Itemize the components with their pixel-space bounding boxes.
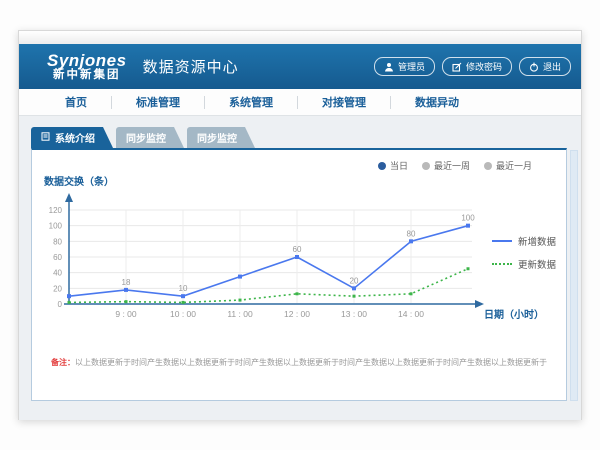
svg-text:60: 60 [293, 245, 302, 254]
nav-item-interface-management[interactable]: 对接管理 [298, 94, 390, 110]
document-icon [41, 132, 50, 144]
svg-text:13 : 00: 13 : 00 [341, 309, 367, 319]
brand-name: Synjones [47, 52, 127, 70]
period-option-last-month[interactable]: 最近一月 [484, 159, 532, 172]
svg-text:11 : 00: 11 : 00 [227, 309, 253, 319]
nav-item-standard-management[interactable]: 标准管理 [112, 94, 204, 110]
brand-logo: Synjones 新中新集团 [47, 52, 127, 82]
page-title: 数据资源中心 [143, 56, 239, 77]
radio-selected-icon [378, 162, 386, 170]
svg-text:80: 80 [407, 229, 416, 238]
period-radio-group: 当日 最近一周 最近一月 [378, 159, 532, 172]
tab-label: 同步监控 [197, 130, 237, 145]
footnote-label: 备注： [51, 358, 75, 367]
svg-text:12 : 00: 12 : 00 [284, 309, 310, 319]
svg-text:40: 40 [53, 269, 62, 278]
line-chart: 0 20 40 60 80 100 120 9 : 00 10 : 00 11 : 00 12 : … [34, 186, 504, 334]
svg-text:10 : 00: 10 : 00 [170, 309, 196, 319]
window-top-strip [19, 31, 581, 44]
x-axis-title: 日期（小时） [484, 306, 544, 321]
brand-company: 新中新集团 [53, 69, 121, 81]
svg-text:120: 120 [49, 206, 63, 215]
period-option-today[interactable]: 当日 [378, 159, 408, 172]
radio-unselected-icon [484, 162, 492, 170]
change-password-label: 修改密码 [466, 60, 502, 73]
logout-label: 退出 [543, 60, 561, 73]
nav-item-system-management[interactable]: 系统管理 [205, 94, 297, 110]
svg-text:20: 20 [350, 276, 359, 285]
nav-item-data-change[interactable]: 数据异动 [391, 94, 483, 110]
svg-text:100: 100 [49, 222, 63, 231]
content-area: 系统介绍 同步监控 同步监控 当日 最近一周 [19, 116, 581, 420]
legend-item-updated-data[interactable]: 更新数据 [492, 257, 556, 271]
footnote: 备注：以上数据更新于时间产生数据以上数据更新于时间产生数据以上数据更新于时间产生… [32, 357, 566, 368]
svg-text:18: 18 [122, 278, 131, 287]
chart-panel: 当日 最近一周 最近一月 数据交换（条） 0204060801001209 : … [31, 148, 567, 401]
radio-unselected-icon [422, 162, 430, 170]
tab-sync-monitor-2[interactable]: 同步监控 [187, 127, 255, 148]
tab-system-intro[interactable]: 系统介绍 [31, 127, 113, 148]
legend-label: 更新数据 [518, 257, 556, 271]
power-icon [529, 62, 539, 72]
header-actions: 管理员 修改密码 退出 [374, 57, 571, 76]
change-password-button[interactable]: 修改密码 [442, 57, 512, 76]
admin-button[interactable]: 管理员 [374, 57, 435, 76]
admin-button-label: 管理员 [398, 60, 425, 73]
period-label: 当日 [390, 159, 408, 172]
svg-text:60: 60 [53, 253, 62, 262]
period-label: 最近一周 [434, 159, 470, 172]
dotted-line-swatch-icon [492, 263, 512, 265]
tab-label: 同步监控 [126, 130, 166, 145]
svg-text:80: 80 [53, 237, 62, 246]
svg-text:0: 0 [58, 300, 63, 309]
nav-item-home[interactable]: 首页 [41, 94, 111, 110]
svg-text:14 : 00: 14 : 00 [398, 309, 424, 319]
svg-text:10: 10 [179, 284, 188, 293]
svg-text:20: 20 [53, 284, 62, 293]
tab-bar: 系统介绍 同步监控 同步监控 [31, 127, 255, 148]
legend-label: 新增数据 [518, 234, 556, 248]
svg-text:9 : 00: 9 : 00 [115, 309, 137, 319]
legend-item-new-data[interactable]: 新增数据 [492, 234, 556, 248]
footnote-text: 以上数据更新于时间产生数据以上数据更新于时间产生数据以上数据更新于时间产生数据以… [75, 358, 547, 367]
app-header: Synjones 新中新集团 数据资源中心 管理员 修改密码 退出 [19, 44, 581, 89]
tab-sync-monitor-1[interactable]: 同步监控 [116, 127, 184, 148]
tab-label: 系统介绍 [55, 130, 95, 145]
app-window: Synjones 新中新集团 数据资源中心 管理员 修改密码 退出 [18, 30, 582, 420]
solid-line-swatch-icon [492, 240, 512, 242]
main-nav: 首页 标准管理 系统管理 对接管理 数据异动 [19, 89, 581, 116]
svg-text:100: 100 [461, 214, 475, 223]
period-label: 最近一月 [496, 159, 532, 172]
logout-button[interactable]: 退出 [519, 57, 571, 76]
vertical-scrollbar[interactable] [570, 150, 578, 401]
period-option-last-week[interactable]: 最近一周 [422, 159, 470, 172]
user-icon [384, 62, 394, 72]
chart-legend: 新增数据 更新数据 [492, 234, 556, 271]
edit-icon [452, 62, 462, 72]
